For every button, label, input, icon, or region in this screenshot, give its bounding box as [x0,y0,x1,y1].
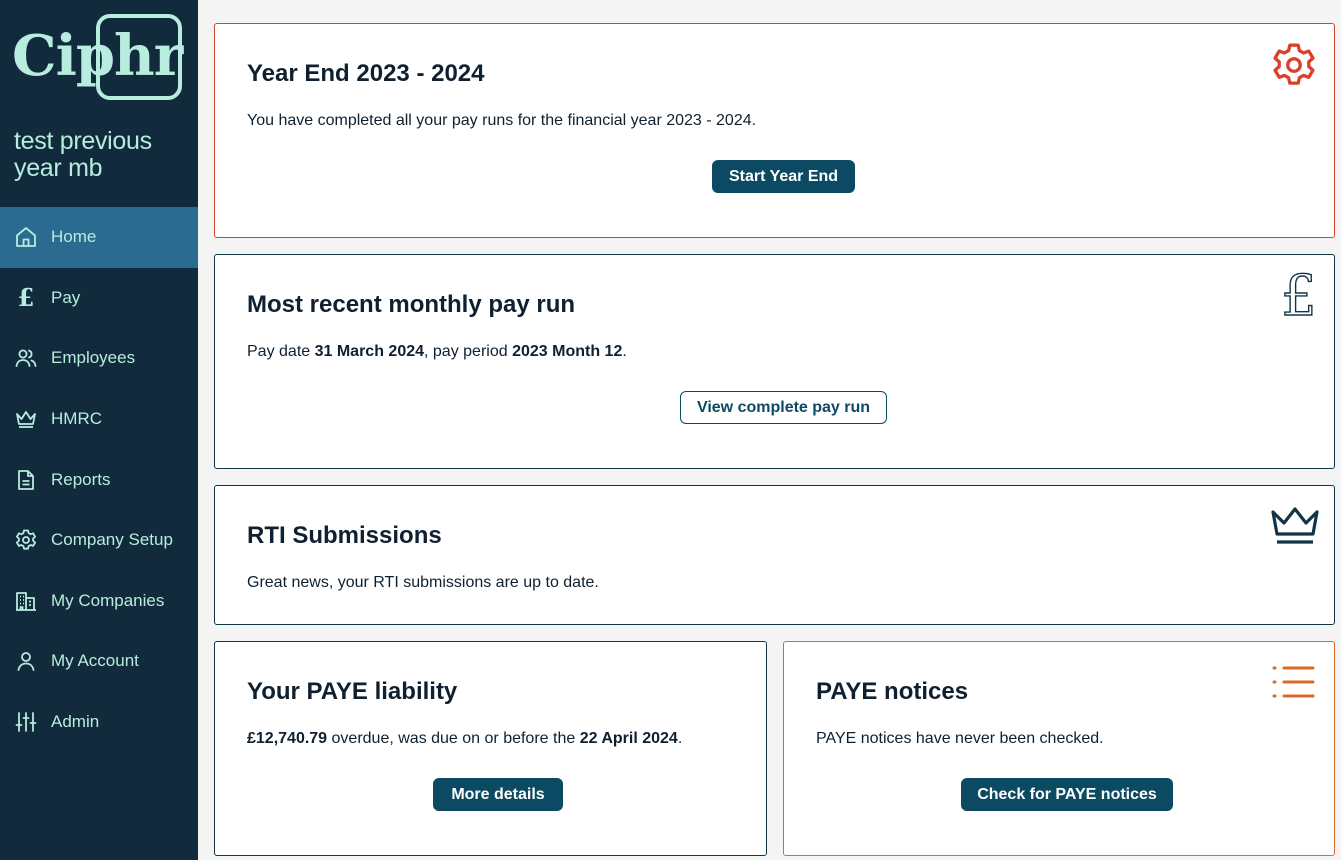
nav-label: My Companies [51,590,165,610]
card-text: Great news, your RTI submissions are up … [247,574,599,591]
pay-period: 2023 Month 12 [512,343,623,360]
year-end-card: Year End 2023 - 2024 You have completed … [214,23,1335,238]
building-icon [14,589,38,613]
sliders-icon [14,710,38,734]
sidebar-nav: Home £ Pay Employees HMRC Reports Compan… [0,207,198,752]
card-title: RTI Submissions [247,522,442,549]
pay-date: 31 March 2024 [314,343,425,360]
nav-label: My Account [51,651,139,671]
company-name: test previous year mb [14,127,152,182]
nav-item-hmrc[interactable]: HMRC [0,389,198,450]
text-mid: overdue, was due on or before the [327,730,580,747]
gear-icon [14,528,38,552]
nav-label: Employees [51,348,136,368]
card-title: Most recent monthly pay run [247,291,576,318]
liability-amount: £12,740.79 [247,730,328,747]
nav-item-admin[interactable]: Admin [0,692,198,753]
sidebar: Ciphr test previous year mb Home £ Pay E… [0,0,198,860]
text-mid: , pay period [424,343,513,360]
card-text: You have completed all your pay runs for… [247,112,757,129]
svg-text:£: £ [1281,269,1317,321]
nav-item-company-setup[interactable]: Company Setup [0,510,198,571]
nav-item-reports[interactable]: Reports [0,449,198,510]
nav-label: HMRC [51,409,102,429]
due-date: 22 April 2024 [579,730,678,747]
card-title: PAYE notices [816,678,969,705]
pay-run-card: Most recent monthly pay run Pay date 31 … [214,254,1335,469]
more-details-button[interactable]: More details [433,778,563,811]
nav-item-pay[interactable]: £ Pay [0,268,198,329]
nav-label: Reports [51,469,111,489]
rti-card: RTI Submissions Great news, your RTI sub… [214,485,1335,625]
nav-item-employees[interactable]: Employees [0,328,198,389]
card-text: Pay date 31 March 2024, pay period 2023 … [247,343,627,361]
document-icon [14,468,38,492]
card-text: PAYE notices have never been checked. [816,730,1104,747]
pound-icon: £ [1277,263,1321,329]
pound-icon: £ [17,282,35,312]
card-title: Year End 2023 - 2024 [247,60,485,87]
nav-label: Pay [51,287,81,307]
gear-icon [1269,40,1319,90]
home-icon [14,225,38,249]
nav-label: Admin [51,712,100,732]
view-pay-run-button[interactable]: View complete pay run [680,391,887,424]
nav-label: Home [51,227,97,247]
crown-icon [14,407,38,431]
start-year-end-button[interactable]: Start Year End [712,160,855,193]
nav-item-home[interactable]: Home [0,207,198,268]
users-icon [14,346,38,370]
paye-notices-card: PAYE notices PAYE notices have never bee… [783,641,1335,856]
crown-icon [1270,504,1320,548]
card-text: £12,740.79 overdue, was due on or before… [247,730,682,748]
nav-item-my-companies[interactable]: My Companies [0,571,198,632]
nav-label: Company Setup [51,530,173,550]
logo-text: Ciphr [12,23,183,89]
nav-item-my-account[interactable]: My Account [0,631,198,692]
text-suffix: . [622,343,627,360]
ciphr-logo[interactable]: Ciphr [12,14,184,102]
user-icon [14,649,38,673]
text-suffix: . [677,730,683,747]
text-prefix: Pay date [247,343,315,360]
paye-liability-card: Your PAYE liability £12,740.79 overdue, … [214,641,767,856]
check-paye-notices-button[interactable]: Check for PAYE notices [961,778,1173,811]
list-icon [1272,664,1316,700]
card-title: Your PAYE liability [247,678,458,705]
